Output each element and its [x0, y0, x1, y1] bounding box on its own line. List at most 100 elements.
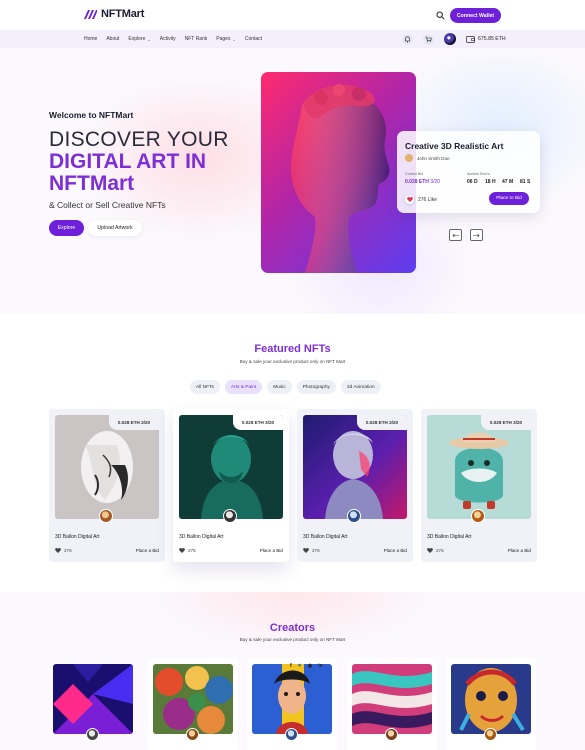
nft-price: 0.028 ETH 3/20 — [109, 415, 159, 430]
place-to-bid-button[interactable]: Place to Bid — [489, 192, 529, 205]
nav-pages[interactable]: Pages ⌄ — [216, 36, 236, 42]
creators-title: Creators — [269, 622, 316, 634]
like-button[interactable] — [405, 195, 414, 204]
creator-artwork — [352, 664, 432, 734]
nav-contact[interactable]: Contact — [245, 36, 262, 42]
wallet-balance-value: 675.85 ETH — [478, 36, 506, 42]
nft-name: 3D Ballon Digital Art — [179, 534, 224, 540]
filter-photography[interactable]: Photography — [296, 380, 336, 394]
countdown-hours: 18 H — [485, 179, 496, 185]
hero-subtitle: & Collect or Sell Creative NFTs — [49, 200, 166, 210]
explore-button[interactable]: Explore — [49, 220, 84, 236]
bust-sculpture-image — [291, 84, 390, 273]
nav-links: Home About Explore ⌄ Activity NFT Rank Pa… — [84, 30, 262, 48]
filter-tabs: All NFTs Arts & Paint Music Photography … — [190, 380, 381, 394]
hero-heading-line1: DISCOVER YOUR — [49, 128, 229, 151]
arrow-left-icon — [452, 233, 459, 237]
next-slide-button[interactable] — [470, 229, 483, 241]
nav-activity[interactable]: Activity — [160, 36, 176, 42]
nft-likes-count: 276 — [312, 548, 320, 553]
creator-card[interactable] — [148, 658, 238, 750]
nft-price: 0.028 ETH 3/20 — [233, 415, 283, 430]
creator-avatar — [86, 728, 99, 741]
nav-about[interactable]: About — [106, 36, 119, 42]
nft-likes[interactable]: 276 — [303, 548, 320, 553]
nav-nft-rank[interactable]: NFT Rank — [185, 36, 208, 42]
search-icon[interactable] — [436, 11, 445, 20]
wallet-icon — [466, 35, 475, 43]
filter-music[interactable]: Music — [267, 380, 292, 394]
like-count: 276 Like — [418, 197, 437, 203]
nft-card[interactable]: 0.028 ETH 3/20 3D Ballon Digital Art 276… — [421, 409, 537, 562]
connect-wallet-button[interactable]: Connect Wallet — [450, 8, 501, 23]
hero-welcome: Welcome to NFTMart — [49, 110, 134, 120]
heart-icon — [427, 548, 433, 553]
creator-avatar — [223, 509, 237, 523]
logo[interactable]: NFTMart — [84, 8, 144, 20]
creator-card[interactable] — [347, 658, 437, 750]
nft-likes[interactable]: 276 — [427, 548, 444, 553]
creator-artwork — [451, 664, 531, 734]
place-bid-link[interactable]: Place a Bid — [260, 548, 283, 553]
twitter-icon[interactable]: ✶ — [298, 663, 302, 669]
nft-likes[interactable]: 276 — [55, 548, 72, 553]
creator-avatar — [99, 509, 113, 523]
auction-card-title: Creative 3D Realistic Art — [405, 141, 504, 151]
nft-card[interactable]: 0.028 ETH 3/20 3D Ballon Digital Art 276… — [297, 409, 413, 562]
creator-artwork — [153, 664, 233, 734]
creator-card[interactable] — [446, 658, 536, 750]
nav-explore[interactable]: Explore ⌄ — [128, 36, 150, 42]
nft-card[interactable]: 0.028 ETH 3/20 3D Ballon Digital Art 276… — [173, 409, 289, 562]
linkedin-icon[interactable]: in — [318, 663, 322, 669]
heart-icon — [55, 548, 61, 553]
nav-about-label: About — [106, 36, 120, 42]
place-bid-link[interactable]: Place a Bid — [508, 548, 531, 553]
nft-name: 3D Ballon Digital Art — [55, 534, 100, 540]
creator-avatar — [347, 509, 361, 523]
prev-slide-button[interactable] — [449, 229, 462, 241]
nft-card[interactable]: 0.028 ETH 3/20 3D Ballon Digital Art 276… — [49, 409, 165, 562]
creator-social-links: f ✶ ◉ in — [290, 663, 323, 669]
auction-card: Creative 3D Realistic Art John Smith Doe… — [397, 131, 540, 213]
heart-icon — [406, 197, 413, 202]
nav-home[interactable]: Home — [84, 36, 97, 42]
place-bid-link[interactable]: Place a Bid — [384, 548, 407, 553]
creator-avatar — [471, 509, 485, 523]
hero-heading-line3: NFTMart — [49, 172, 135, 195]
current-bid-label: Current Bid — [405, 172, 424, 176]
auction-end-label: Auction End in — [467, 172, 491, 176]
nft-price: 0.028 ETH 3/20 — [357, 415, 407, 430]
cart-icon[interactable] — [423, 33, 434, 45]
current-bid-amount: 0.028 ETH — [405, 179, 429, 185]
nav-explore-label: Explore — [128, 36, 146, 42]
place-bid-link[interactable]: Place a Bid — [136, 548, 159, 553]
creator-card[interactable] — [48, 658, 138, 750]
nft-likes-count: 276 — [436, 548, 444, 553]
creator-avatar — [385, 728, 398, 741]
filter-arts-paint[interactable]: Arts & Paint — [224, 380, 263, 394]
nft-likes-count: 276 — [188, 548, 196, 553]
upload-artwork-button[interactable]: Upload Artwork — [88, 220, 142, 236]
facebook-icon[interactable]: f — [290, 663, 292, 669]
hero-artwork — [261, 72, 416, 273]
countdown-days: 06 D — [467, 179, 478, 185]
user-avatar[interactable] — [444, 33, 456, 45]
wallet-balance[interactable]: 675.85 ETH — [466, 35, 506, 43]
top-header: NFTMart Connect Wallet — [0, 0, 585, 30]
nft-image: 0.028 ETH 3/20 — [55, 415, 159, 519]
nav-activity-label: Activity — [159, 36, 176, 42]
creator-artwork — [252, 664, 332, 734]
logo-mark-icon — [84, 9, 97, 19]
creator-card[interactable] — [247, 658, 337, 750]
nav-actions: 675.85 ETH — [402, 32, 506, 46]
filter-3d-animation[interactable]: 3d Animation — [340, 380, 381, 394]
nft-name: 3D Ballon Digital Art — [303, 534, 348, 540]
nav-home-label: Home — [84, 36, 98, 42]
nav-pages-label: Pages — [216, 36, 231, 42]
nft-likes[interactable]: 276 — [179, 548, 196, 553]
instagram-icon[interactable]: ◉ — [308, 663, 312, 669]
author-avatar — [405, 154, 413, 162]
filter-all-nfts[interactable]: All NFTs — [190, 380, 220, 394]
bell-icon[interactable] — [402, 33, 413, 45]
heart-icon — [179, 548, 185, 553]
